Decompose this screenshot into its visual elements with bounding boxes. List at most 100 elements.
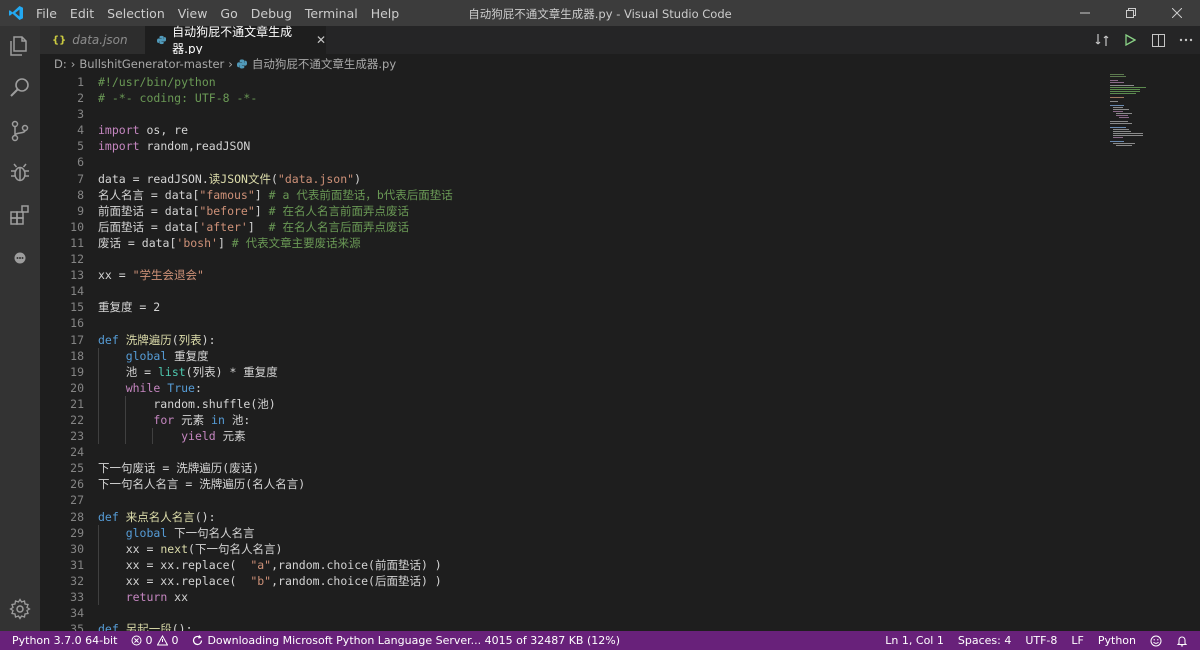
warning-icon <box>157 635 169 646</box>
editor-actions <box>1088 26 1200 54</box>
code-line: import os, re <box>98 123 189 138</box>
close-window-button[interactable] <box>1154 0 1200 26</box>
menu-debug[interactable]: Debug <box>251 6 292 21</box>
run-python-button[interactable] <box>1116 26 1144 54</box>
code-line: xx = "学生会退会" <box>98 268 204 283</box>
download-status-text: Downloading Microsoft Python Language Se… <box>207 634 621 647</box>
window-controls <box>1062 0 1200 26</box>
error-count: 0 <box>145 634 153 647</box>
code-line: def 另起一段(): <box>98 622 193 631</box>
line-number: 31 <box>70 557 84 572</box>
menu-help[interactable]: Help <box>371 6 400 21</box>
compare-changes-icon <box>1095 34 1109 46</box>
minimize-button[interactable] <box>1062 0 1108 26</box>
file-encoding[interactable]: UTF-8 <box>1025 634 1057 647</box>
explorer-icon[interactable] <box>8 34 32 58</box>
line-number: 8 <box>77 187 84 202</box>
bell-icon <box>1176 636 1188 646</box>
split-editor-button[interactable] <box>1144 26 1172 54</box>
menu-terminal[interactable]: Terminal <box>305 6 358 21</box>
activity-bar <box>0 26 40 631</box>
line-number: 10 <box>70 219 84 234</box>
end-of-line[interactable]: LF <box>1071 634 1083 647</box>
breadcrumb-folder[interactable]: BullshitGenerator-master <box>79 57 224 71</box>
code-line: xx = next(下一句名人名言) <box>98 540 283 557</box>
code-lines[interactable]: #!/usr/bin/python # -*- coding: UTF-8 -*… <box>98 74 453 631</box>
live-share-icon[interactable] <box>8 246 32 270</box>
close-tab-icon[interactable]: ✕ <box>316 33 326 47</box>
line-number: 2 <box>77 91 84 106</box>
breadcrumb-file[interactable]: 自动狗屁不通文章生成器.py <box>252 56 396 72</box>
menu-selection[interactable]: Selection <box>107 6 165 21</box>
settings-gear-icon[interactable] <box>8 597 32 621</box>
breadcrumb-drive[interactable]: D: <box>54 57 67 71</box>
line-number: 6 <box>77 155 84 170</box>
menu-file[interactable]: File <box>36 6 57 21</box>
line-number: 18 <box>70 348 84 363</box>
cursor-position[interactable]: Ln 1, Col 1 <box>885 634 944 647</box>
more-actions-button[interactable] <box>1172 26 1200 54</box>
status-bar-left: Python 3.7.0 64-bit 0 0 Downloading Micr… <box>0 631 634 650</box>
line-number: 21 <box>70 396 84 411</box>
indentation[interactable]: Spaces: 4 <box>958 634 1011 647</box>
code-line: xx = xx.replace( "a",random.choice(前面垫话)… <box>98 556 442 573</box>
line-number: 13 <box>70 268 84 283</box>
chevron-right-icon: › <box>70 57 76 71</box>
menu-view[interactable]: View <box>178 6 208 21</box>
menu-go[interactable]: Go <box>220 6 237 21</box>
tab-python-file[interactable]: 自动狗屁不通文章生成器.py ✕ <box>145 25 326 56</box>
code-line: 废话 = data['bosh'] # 代表文章主要废话来源 <box>98 235 361 250</box>
notifications-button[interactable] <box>1176 635 1188 647</box>
line-number: 4 <box>77 123 84 138</box>
error-icon <box>131 635 142 646</box>
code-line: data = readJSON.读JSON文件("data.json") <box>98 171 362 186</box>
line-number: 12 <box>70 252 84 267</box>
code-line: while True: <box>98 379 453 396</box>
code-line: # -*- coding: UTF-8 -*- <box>98 91 258 106</box>
code-line: 前面垫话 = data["before"] # 在名人名言前面弄点废话 <box>98 203 409 218</box>
menu-edit[interactable]: Edit <box>70 6 94 21</box>
line-number: 23 <box>70 429 84 444</box>
feedback-button[interactable] <box>1150 635 1162 647</box>
tab-data-json[interactable]: {} data.json <box>40 26 145 54</box>
code-line: import random,readJSON <box>98 139 251 154</box>
line-number: 15 <box>70 300 84 315</box>
extensions-icon[interactable] <box>8 203 32 227</box>
code-line: 名人名言 = data["famous"] # a 代表前面垫话，b代表后面垫话 <box>98 187 453 202</box>
code-editor[interactable]: 1 2 3 4 5 6 7 8 9 10 11 12 13 14 15 16 1… <box>40 74 1200 631</box>
language-mode[interactable]: Python <box>1098 634 1136 647</box>
line-number: 3 <box>77 107 84 122</box>
problems-indicator[interactable]: 0 0 <box>131 634 178 647</box>
close-icon <box>1172 8 1182 18</box>
minimize-icon <box>1080 12 1090 14</box>
download-status[interactable]: Downloading Microsoft Python Language Se… <box>192 634 620 647</box>
minimap[interactable] <box>1110 74 1160 154</box>
line-number: 28 <box>70 509 84 524</box>
open-changes-button[interactable] <box>1088 26 1116 54</box>
code-line: def 洗牌遍历(列表): <box>98 332 216 347</box>
code-line: return xx <box>98 589 453 606</box>
debug-icon[interactable] <box>8 161 32 185</box>
restore-button[interactable] <box>1108 0 1154 26</box>
split-editor-icon <box>1151 33 1165 47</box>
line-number: 7 <box>77 171 84 186</box>
line-number-gutter: 1 2 3 4 5 6 7 8 9 10 11 12 13 14 15 16 1… <box>40 74 84 631</box>
status-bar: Python 3.7.0 64-bit 0 0 Downloading Micr… <box>0 631 1200 650</box>
python-icon <box>157 35 167 45</box>
code-line: #!/usr/bin/python <box>98 75 216 89</box>
python-icon <box>236 59 247 69</box>
search-icon[interactable] <box>8 76 32 100</box>
line-number: 9 <box>77 203 84 218</box>
python-interpreter[interactable]: Python 3.7.0 64-bit <box>12 634 117 647</box>
line-number: 19 <box>70 364 84 379</box>
code-line: xx = xx.replace( "b",random.choice(后面垫话)… <box>98 572 442 589</box>
line-number: 34 <box>70 606 84 621</box>
json-icon: {} <box>52 34 67 46</box>
line-number: 16 <box>70 316 84 331</box>
source-control-icon[interactable] <box>8 119 32 143</box>
